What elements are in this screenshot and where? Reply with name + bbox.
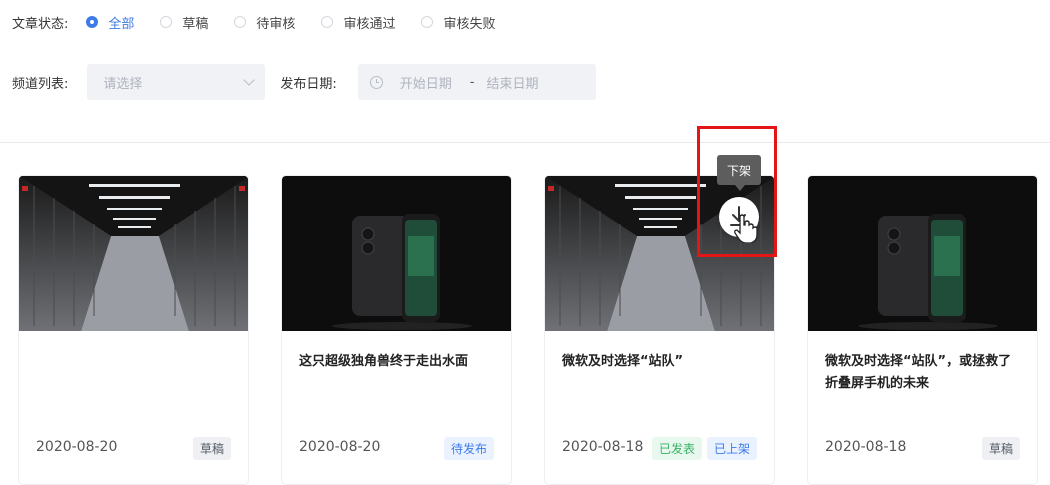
divider [0, 142, 1050, 143]
chevron-down-icon [243, 74, 256, 86]
status-option-label: 审核失败 [443, 16, 496, 32]
date-start-input[interactable]: 开始日期 [400, 73, 452, 92]
status-option-approved[interactable]: 审核通过 [321, 13, 395, 32]
status-filter: 文章状态: 全部 草稿 待审核 审核通过 审核失败 [0, 8, 521, 36]
radio-icon [160, 16, 173, 28]
article-date: 2020-08-18 [825, 439, 907, 455]
channel-select[interactable]: 请选择 [87, 64, 266, 100]
channel-label: 频道列表: [12, 76, 69, 92]
article-title: 微软及时选择“站队” [562, 354, 684, 369]
radio-icon [421, 16, 434, 28]
article-title: 微软及时选择“站队”，或拯救了折叠屏手机的未来 [825, 354, 1012, 391]
status-option-label: 审核通过 [343, 16, 396, 32]
status-option-pending[interactable]: 待审核 [234, 13, 295, 32]
highlight-box [697, 126, 777, 257]
status-badge: 草稿 [981, 437, 1020, 460]
status-option-label: 草稿 [182, 16, 209, 32]
radio-icon [234, 16, 247, 28]
status-option-label: 全部 [108, 16, 135, 32]
status-radio-group: 全部 草稿 待审核 审核通过 审核失败 [86, 13, 521, 32]
article-date: 2020-08-18 [562, 439, 644, 455]
article-image-phone [282, 176, 511, 331]
article-image-server-room [19, 176, 248, 331]
article-title: 这只超级独角兽终于走出水面 [299, 354, 469, 369]
article-image-phone [808, 176, 1037, 331]
radio-icon [321, 16, 334, 28]
article-card[interactable]: 这只超级独角兽终于走出水面 2020-08-20 待发布 [281, 175, 512, 485]
status-badge: 待发布 [443, 437, 494, 460]
article-date: 2020-08-20 [36, 439, 118, 455]
status-option-label: 待审核 [256, 16, 296, 32]
status-option-rejected[interactable]: 审核失败 [421, 13, 495, 32]
status-badge: 已发表 [651, 437, 702, 460]
status-option-draft[interactable]: 草稿 [160, 13, 208, 32]
channel-select-placeholder: 请选择 [103, 76, 143, 92]
date-separator: - [469, 74, 475, 90]
radio-selected-icon [86, 16, 99, 28]
article-date: 2020-08-20 [299, 439, 381, 455]
status-badge: 草稿 [192, 437, 231, 460]
status-label: 文章状态: [12, 16, 69, 32]
article-card[interactable]: 微软及时选择“站队”，或拯救了折叠屏手机的未来 2020-08-18 草稿 [807, 175, 1038, 485]
date-label: 发布日期: [280, 76, 337, 92]
date-range-picker[interactable]: 开始日期 - 结束日期 [357, 64, 596, 100]
clock-icon [369, 75, 383, 89]
status-badge: 已上架 [706, 437, 757, 460]
date-end-input[interactable]: 结束日期 [487, 73, 539, 92]
article-card[interactable]: 2020-08-20 草稿 [18, 175, 249, 485]
status-option-all[interactable]: 全部 [86, 13, 134, 32]
channel-date-filter: 频道列表: 请选择 发布日期: 开始日期 - 结束日期 [0, 64, 596, 100]
